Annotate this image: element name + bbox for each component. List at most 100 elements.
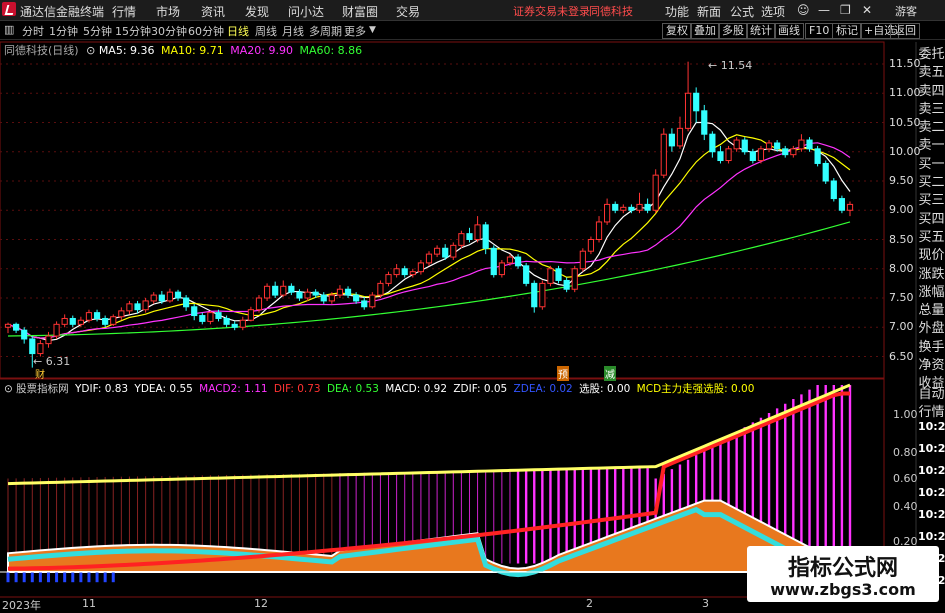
candle-up — [579, 250, 586, 270]
candle-down — [272, 285, 279, 296]
select-value: 选股: 0.00 — [579, 383, 631, 395]
candle-down — [806, 139, 813, 150]
forecast-marker[interactable]: 预 — [557, 366, 569, 381]
price-tick-label: 7.50 — [889, 291, 914, 304]
panel-buy1: 买一 — [918, 156, 945, 172]
candle-down — [514, 256, 522, 267]
candle-up — [604, 203, 611, 223]
candle-up — [660, 133, 667, 176]
candle-up — [498, 262, 505, 276]
macd-value: MACD: 0.92 — [385, 383, 447, 395]
panel-buy4: 买四 — [918, 211, 945, 227]
panel-sell1: 卖一 — [918, 138, 945, 154]
candle-up — [239, 319, 246, 328]
panel-price: 现价 — [918, 248, 945, 264]
candle-up — [142, 300, 149, 311]
price-tick-label: 11.50 — [889, 57, 921, 70]
candle-up — [539, 282, 546, 308]
candle-down — [774, 142, 781, 150]
price-tick-label: 6.50 — [889, 349, 914, 363]
x-label-2023: 2023年 — [2, 599, 41, 612]
candle-up — [506, 256, 514, 264]
candle-up — [77, 319, 84, 325]
candle-up — [652, 174, 659, 211]
candle-down — [215, 312, 222, 319]
sub-tick-080: 0.80 — [893, 446, 918, 459]
x-label-12: 12 — [254, 597, 268, 610]
price-tick-label: 11.00 — [889, 86, 921, 100]
candle-up — [166, 291, 174, 302]
price-tick-label: 8.00 — [889, 261, 914, 275]
watermark-url: www.zbgs3.com — [770, 580, 916, 599]
panel-change-pct: 涨幅 — [918, 284, 945, 300]
panel-entrust[interactable]: 委托 — [918, 46, 945, 64]
candle-up — [263, 285, 271, 299]
sub-tick-060: 0.60 — [893, 472, 918, 485]
candle-up — [790, 148, 797, 156]
panel-auto[interactable]: 自动 — [918, 386, 945, 404]
candle-down — [21, 329, 28, 340]
candle-down — [822, 162, 829, 182]
candle-down — [482, 224, 489, 249]
dif-value: DIF: 0.73 — [273, 383, 321, 395]
candle-up — [595, 221, 603, 240]
candle-down — [288, 285, 295, 293]
candle-down — [709, 133, 716, 153]
indicator-name[interactable]: 股票指标网 — [16, 383, 69, 395]
ma-toggle-icon[interactable]: ⊙ — [86, 44, 95, 57]
candle-up — [587, 239, 595, 252]
ydif-line — [7, 383, 851, 486]
candle-up — [798, 139, 805, 150]
candle-down — [12, 323, 20, 331]
moving-averages — [7, 121, 851, 342]
x-label-11: 11 — [82, 597, 96, 610]
candle-down — [231, 323, 238, 328]
ydif-value: YDIF: 0.83 — [75, 383, 129, 395]
ydea-value: YDEA: 0.55 — [134, 383, 193, 395]
candle-down — [838, 198, 846, 211]
candle-up — [765, 142, 773, 150]
candle-down — [296, 291, 303, 299]
candle-up — [433, 247, 441, 255]
panel-sell4: 卖四 — [918, 83, 945, 99]
finance-marker[interactable]: 财 — [35, 366, 45, 381]
candle-up — [280, 285, 287, 296]
panel-outer: 外盘 — [918, 321, 945, 337]
candle-up — [458, 233, 465, 246]
high-price-label: ← 11.54 — [708, 59, 753, 72]
candle-down — [741, 139, 748, 153]
watermark: 指标公式网 www.zbgs3.com — [747, 546, 939, 602]
candle-up — [425, 253, 433, 264]
candle-up — [85, 312, 93, 321]
candle-down — [102, 317, 109, 325]
x-label-2: 2 — [586, 597, 593, 610]
panel-net-assets: 净资 — [918, 358, 945, 374]
stock-label[interactable]: 同德科技(日线) — [4, 44, 79, 57]
time-label: 10:27 — [918, 530, 945, 543]
candle-down — [701, 110, 708, 135]
macd2-value: MACD2: 1.11 — [199, 383, 268, 395]
price-grid — [0, 63, 884, 357]
ma20-line — [7, 142, 851, 339]
candle-down — [93, 312, 101, 319]
price-tick-label: 9.00 — [889, 203, 914, 217]
panel-turnover: 换手 — [918, 339, 945, 355]
candle-down — [668, 133, 675, 147]
ma60-label: MA60: 8.86 — [299, 44, 363, 57]
reduce-marker[interactable]: 减 — [604, 366, 616, 381]
candle-up — [369, 294, 376, 308]
panel-volume: 总量 — [918, 303, 945, 319]
indicator-toggle-icon[interactable]: ⊙ — [4, 383, 13, 395]
price-tick-label: 10.00 — [889, 144, 921, 158]
panel-change: 涨跌 — [918, 266, 945, 282]
ma20-label: MA20: 9.90 — [230, 44, 293, 57]
candle-down — [69, 317, 76, 325]
candle-up — [676, 127, 684, 147]
candle-down — [29, 338, 36, 355]
candle-down — [134, 303, 141, 311]
time-label: 10:27 — [918, 464, 945, 477]
candle-up — [207, 312, 214, 322]
quote-panel: 委托 卖五 卖四 卖三 卖二 卖一 买一 买二 买三 买四 买五 现价 涨跌 涨… — [918, 46, 945, 394]
candle-up — [474, 224, 481, 240]
time-label: 10:27 — [918, 442, 945, 455]
